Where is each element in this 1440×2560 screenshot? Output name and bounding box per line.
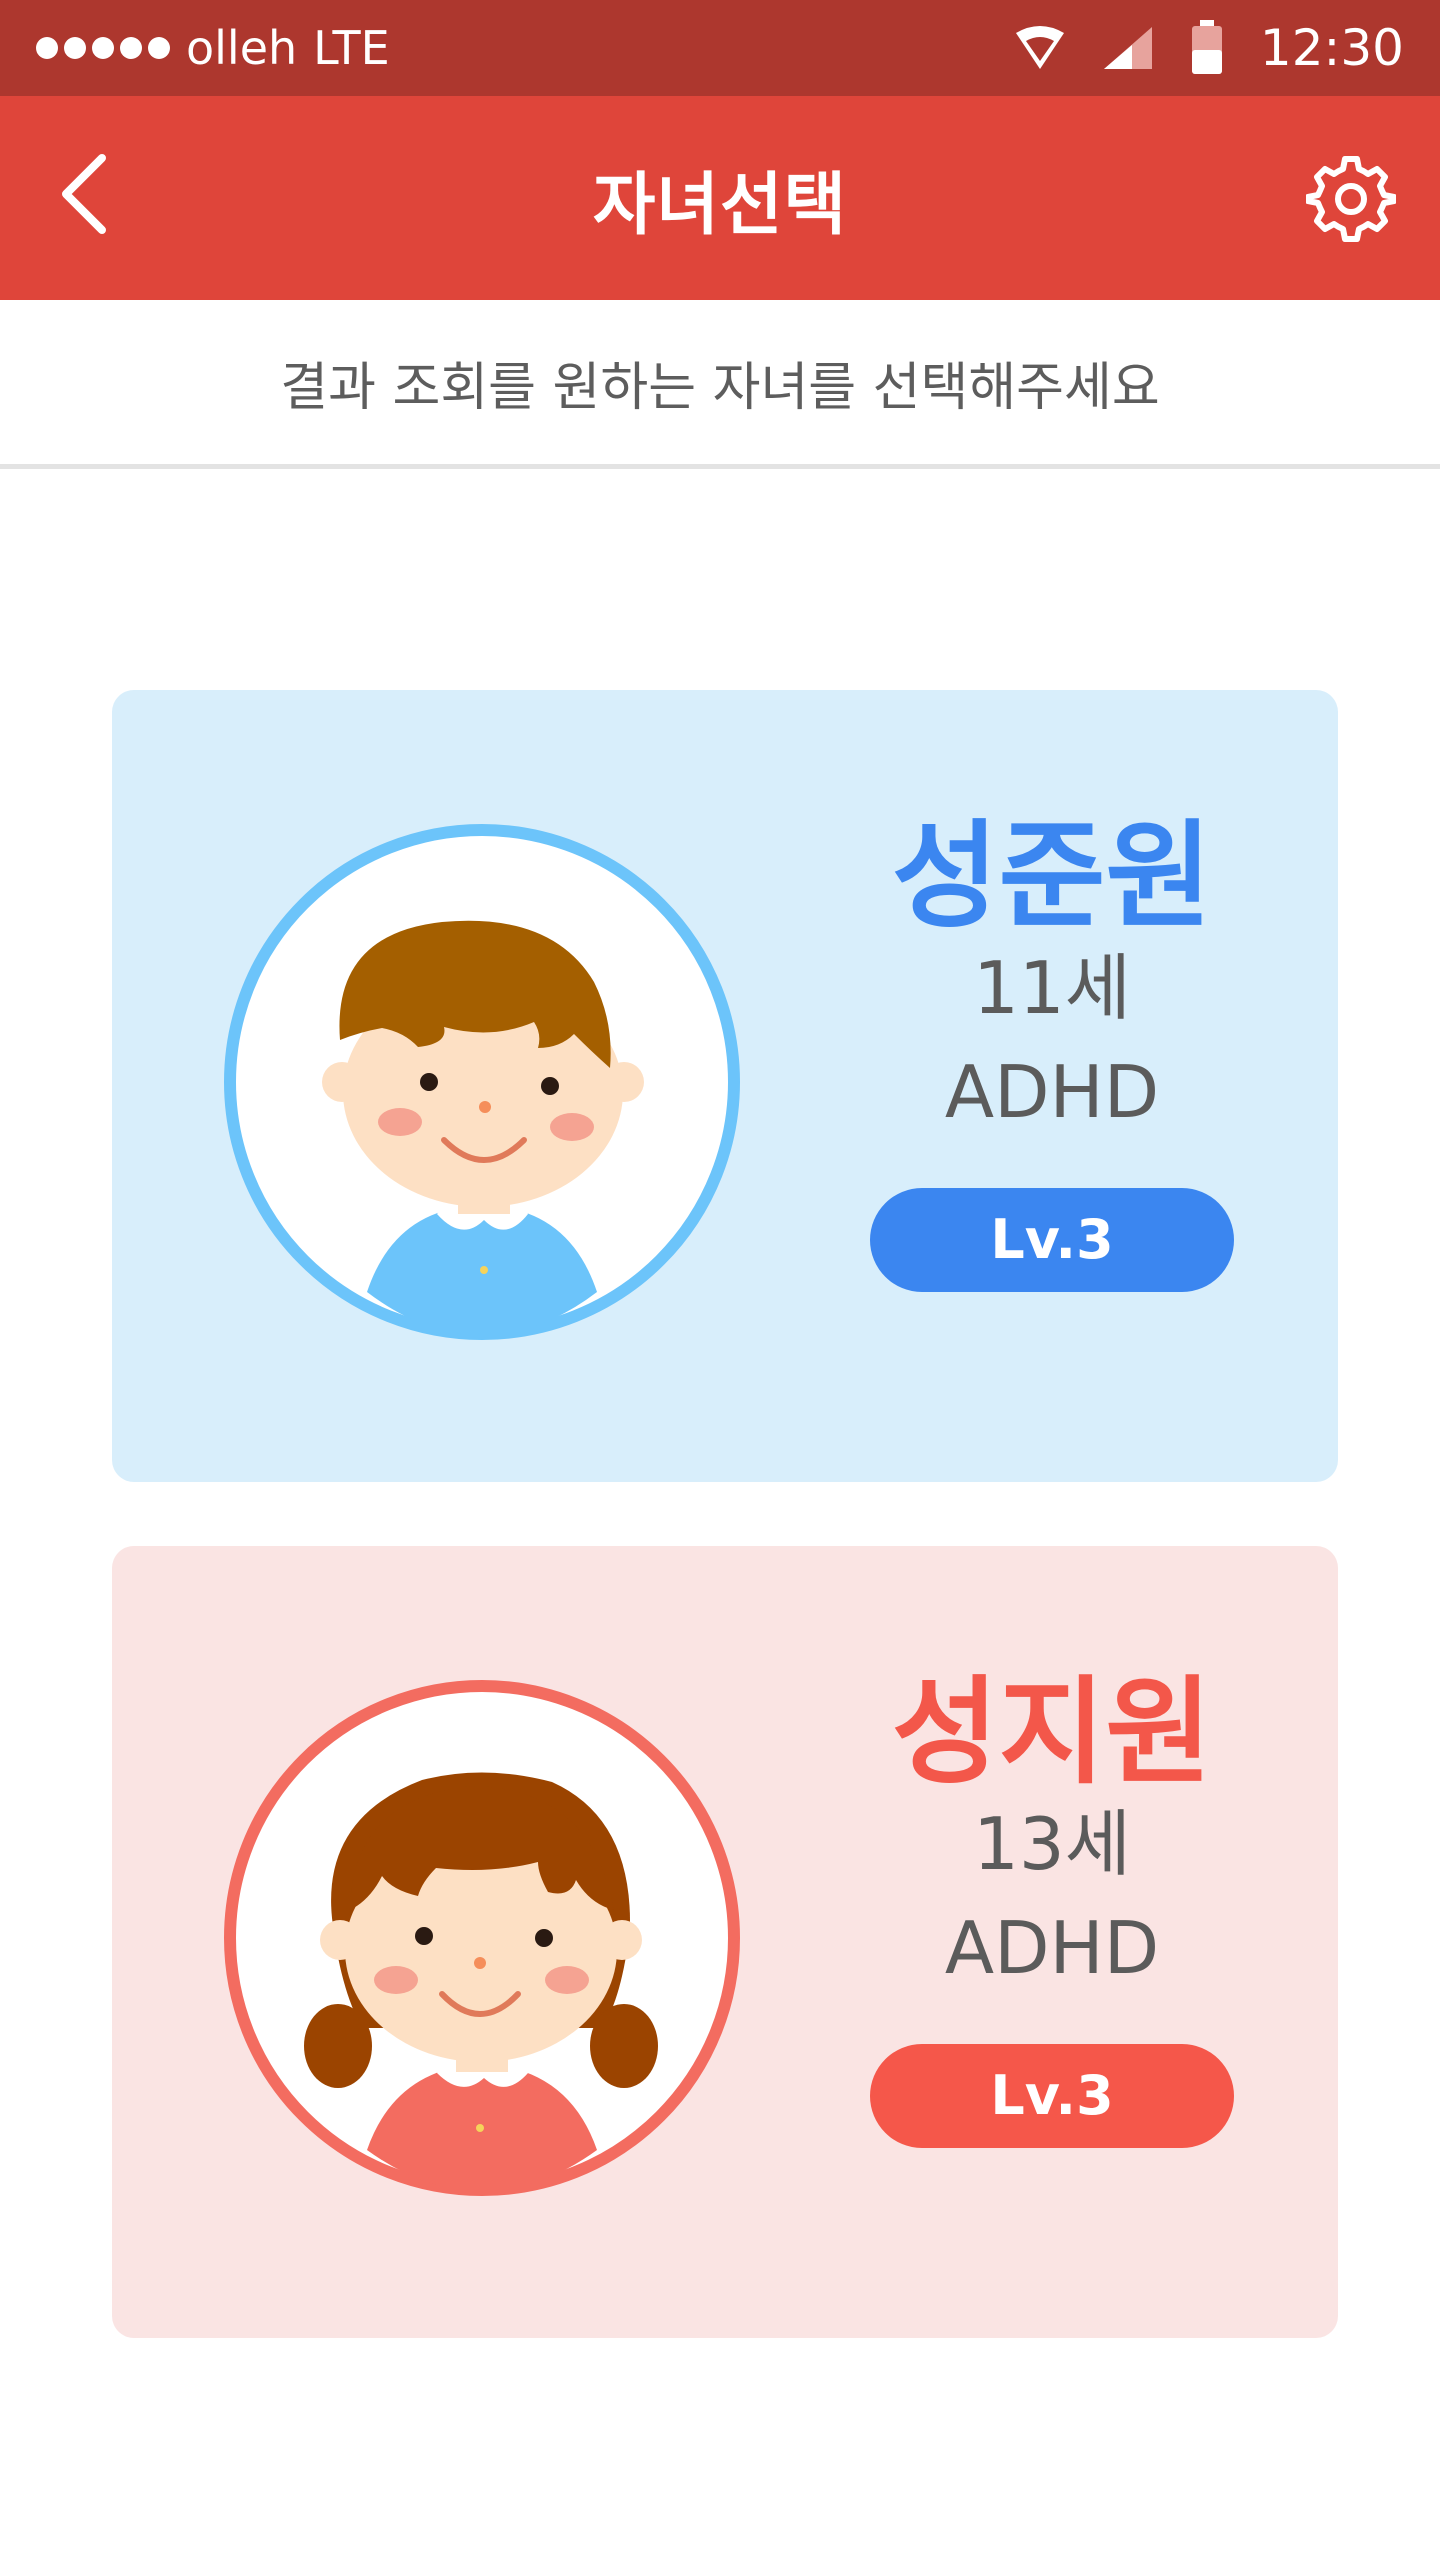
- child-card[interactable]: 성준원 11세 ADHD Lv.3: [112, 690, 1338, 1482]
- status-left: olleh LTE: [36, 0, 390, 96]
- cell-signal-icon: [1103, 27, 1152, 69]
- child-card[interactable]: 성지원 13세 ADHD Lv.3: [112, 1546, 1338, 2338]
- status-bar: olleh LTE 12:30: [0, 0, 1440, 96]
- app-bar: 자녀선택: [0, 96, 1440, 300]
- child-name: 성지원: [891, 1665, 1213, 1800]
- page-title: 자녀선택: [592, 165, 848, 245]
- clock: 12:30: [1259, 19, 1404, 77]
- settings-button[interactable]: [1305, 154, 1397, 244]
- wifi-icon: [1015, 26, 1064, 69]
- network-type: LTE: [313, 21, 390, 75]
- status-right: 12:30: [1014, 0, 1404, 96]
- child-info: 성지원 13세 ADHD Lv.3: [852, 1666, 1252, 2148]
- child-diagnosis: ADHD: [944, 1905, 1160, 1990]
- carrier-name: olleh: [186, 21, 298, 75]
- child-diagnosis: ADHD: [944, 1049, 1160, 1134]
- signal-dots-icon: [36, 37, 170, 59]
- child-info: 성준원 11세 ADHD Lv.3: [852, 810, 1252, 1292]
- boy-avatar: [222, 822, 742, 1342]
- level-badge: Lv.3: [870, 1187, 1234, 1292]
- instruction-text: 결과 조회를 원하는 자녀를 선택해주세요: [0, 300, 1440, 469]
- gear-icon: [1305, 156, 1397, 242]
- level-badge: Lv.3: [870, 2043, 1234, 2148]
- girl-avatar: [222, 1678, 742, 2198]
- child-age: 11세: [973, 946, 1131, 1031]
- child-age: 13세: [973, 1802, 1131, 1887]
- battery-icon: [1191, 20, 1222, 74]
- child-name: 성준원: [891, 809, 1213, 944]
